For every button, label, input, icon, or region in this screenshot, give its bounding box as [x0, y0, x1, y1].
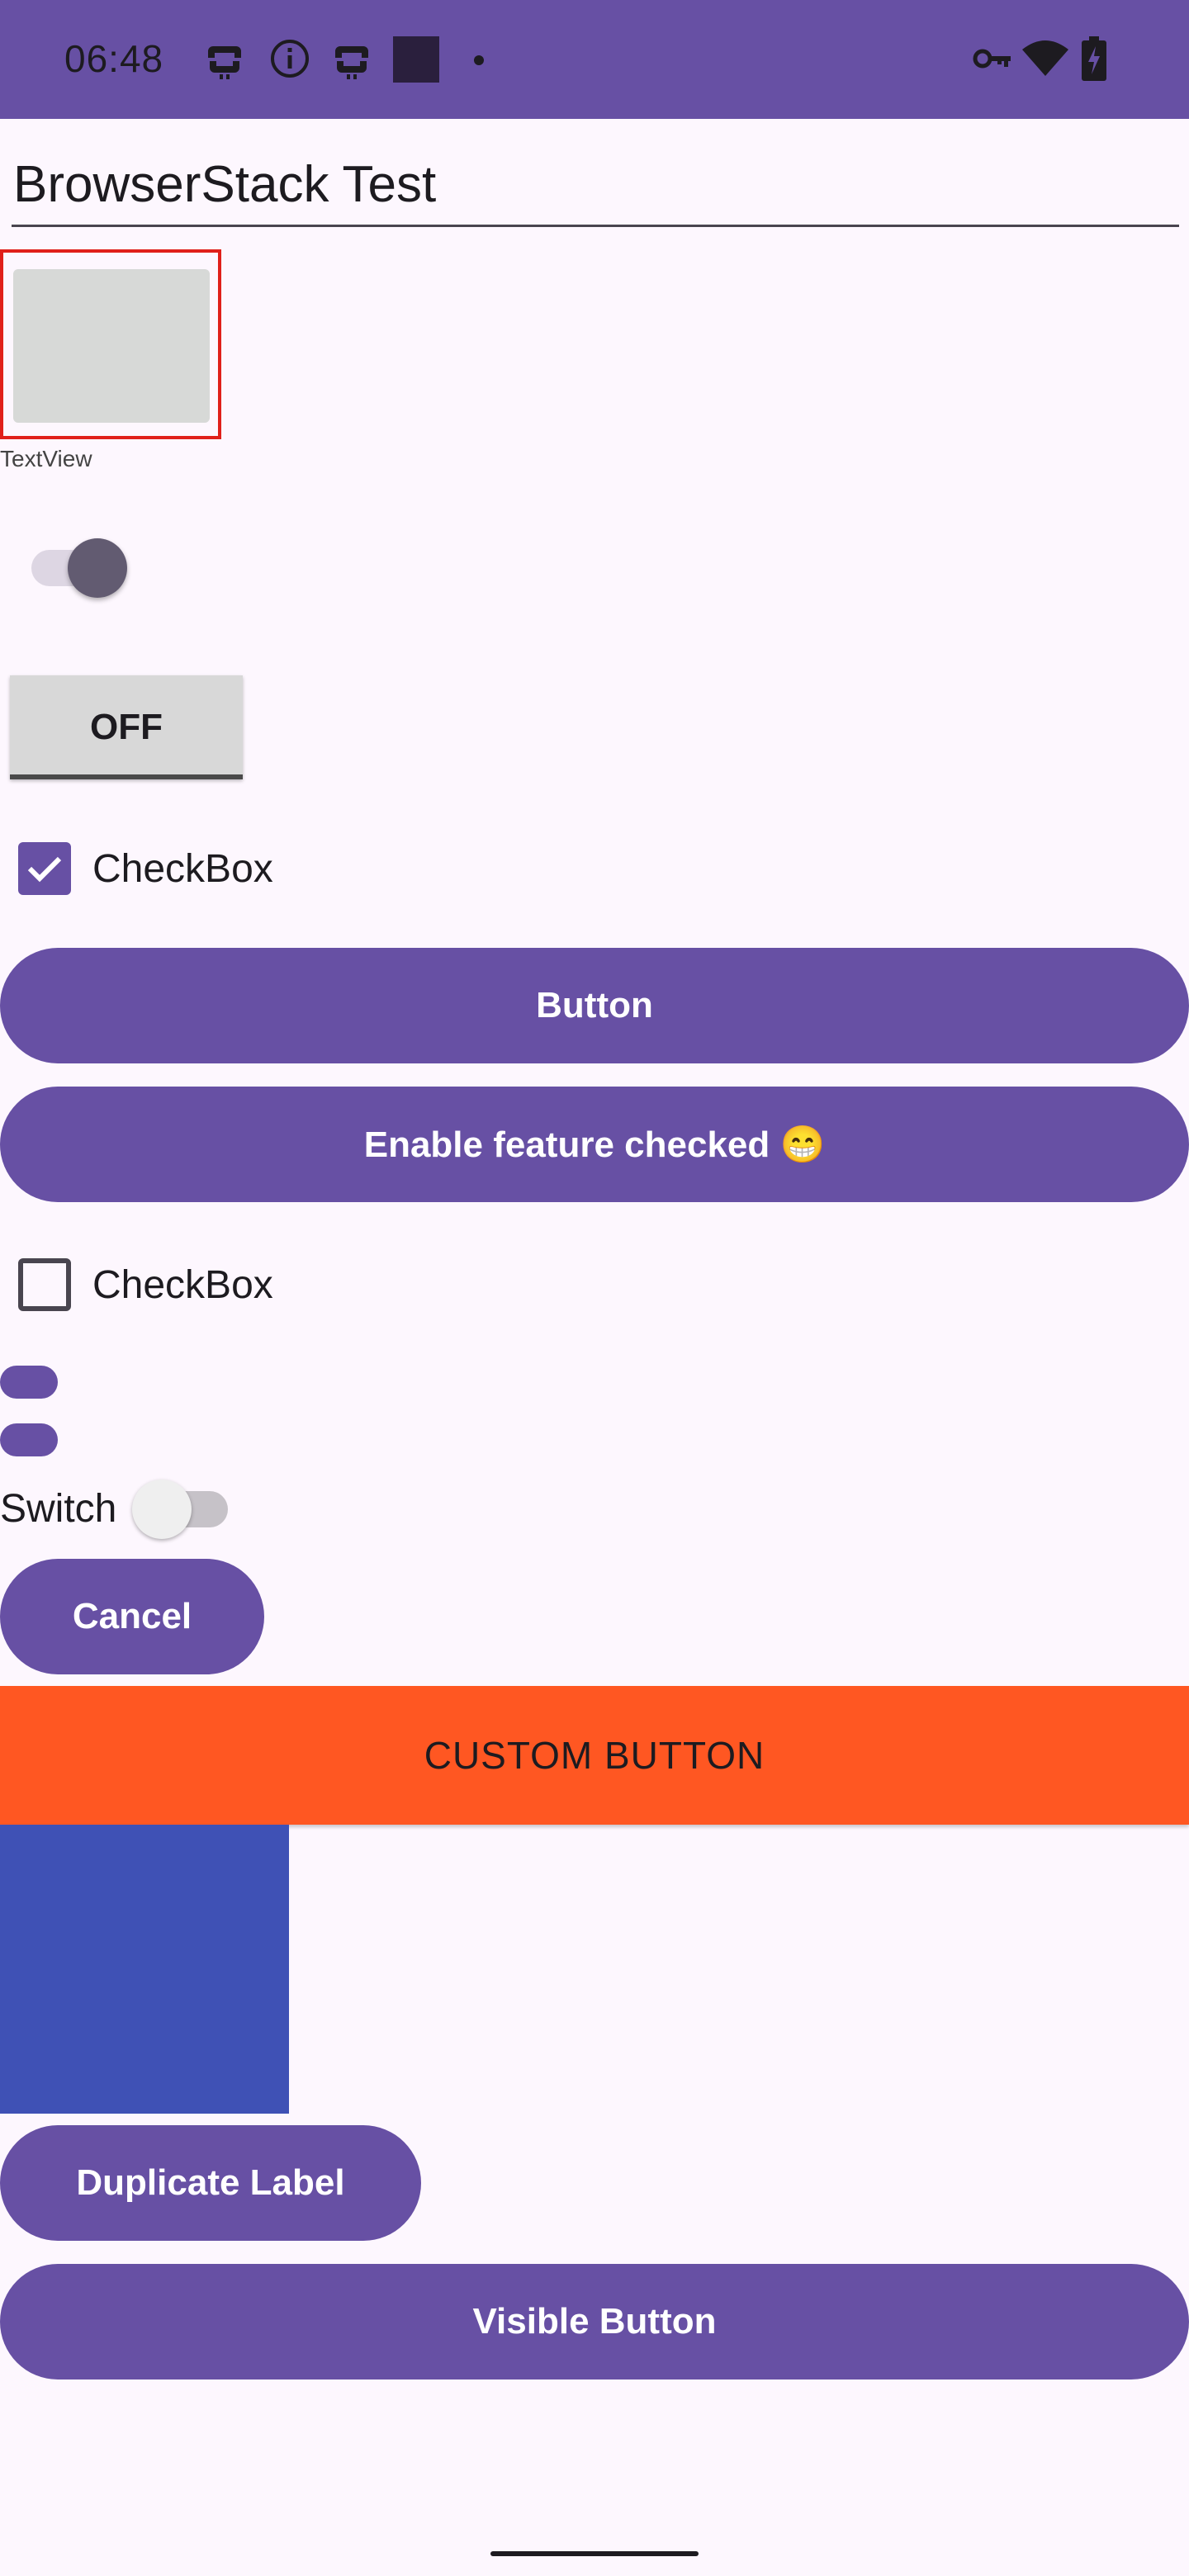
visible-button-label: Visible Button — [472, 2301, 717, 2342]
battery-charging-icon — [1082, 36, 1106, 85]
info-icon — [269, 38, 310, 83]
robot-icon — [334, 38, 370, 85]
toggle-button-label: OFF — [90, 707, 163, 747]
checkbox-2[interactable]: CheckBox — [18, 1257, 273, 1313]
duplicate-label-button[interactable]: Duplicate Label — [0, 2125, 421, 2241]
dot-icon — [474, 54, 484, 69]
cancel-label: Cancel — [72, 1596, 192, 1636]
robot-icon — [206, 38, 243, 85]
enable-feature-label: Enable feature checked 😁 — [363, 1125, 826, 1165]
button-label: Button — [536, 985, 653, 1025]
duplicate-label-text: Duplicate Label — [76, 2162, 345, 2203]
small-button-2[interactable] — [0, 1423, 58, 1456]
checkbox-2-label: CheckBox — [92, 1262, 273, 1307]
visible-button[interactable]: Visible Button — [0, 2264, 1189, 2379]
small-button-1[interactable] — [0, 1366, 58, 1399]
custom-button-label: CUSTOM BUTTON — [424, 1734, 765, 1777]
wifi-icon — [1022, 40, 1068, 82]
image-view[interactable] — [0, 249, 221, 439]
status-time: 06:48 — [64, 37, 164, 80]
switch-label: Switch — [0, 1487, 117, 1531]
toggle-button-indicator — [10, 774, 243, 779]
toggle-button[interactable]: OFF — [10, 675, 243, 779]
textview-label: TextView — [0, 446, 92, 471]
checkbox-unchecked-icon — [18, 1258, 71, 1311]
checkbox-checked-icon — [18, 842, 71, 895]
button[interactable]: Button — [0, 948, 1189, 1063]
vpn-key-icon — [973, 46, 1012, 75]
blue-view — [0, 1825, 289, 2114]
status-bar: 06:48 — [0, 0, 1189, 119]
cancel-button[interactable]: Cancel — [0, 1559, 264, 1674]
switch-thumb — [132, 1480, 192, 1539]
checkbox-1[interactable]: CheckBox — [18, 841, 273, 897]
square-app-icon — [393, 36, 439, 87]
home-indicator[interactable] — [490, 2551, 699, 2556]
toggle-thumb — [68, 538, 127, 598]
image-placeholder — [13, 269, 210, 423]
enable-feature-button[interactable]: Enable feature checked 😁 — [0, 1087, 1189, 1202]
custom-button[interactable]: CUSTOM BUTTON — [0, 1686, 1189, 1825]
text-input-field[interactable]: BrowserStack Test — [12, 154, 1179, 227]
checkbox-1-label: CheckBox — [92, 846, 273, 891]
